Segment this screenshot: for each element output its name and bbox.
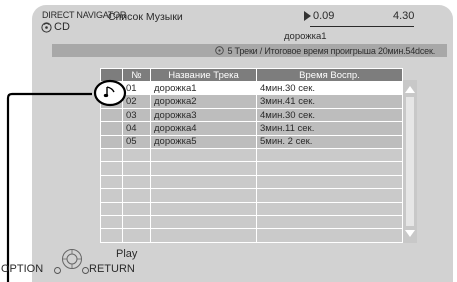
navigation-dial-icon[interactable] (61, 248, 83, 270)
music-note-icon (103, 86, 115, 98)
return-label[interactable]: RETURN (89, 263, 135, 275)
option-label[interactable]: OPTION (1, 263, 43, 275)
callout-pointer (6, 79, 127, 282)
